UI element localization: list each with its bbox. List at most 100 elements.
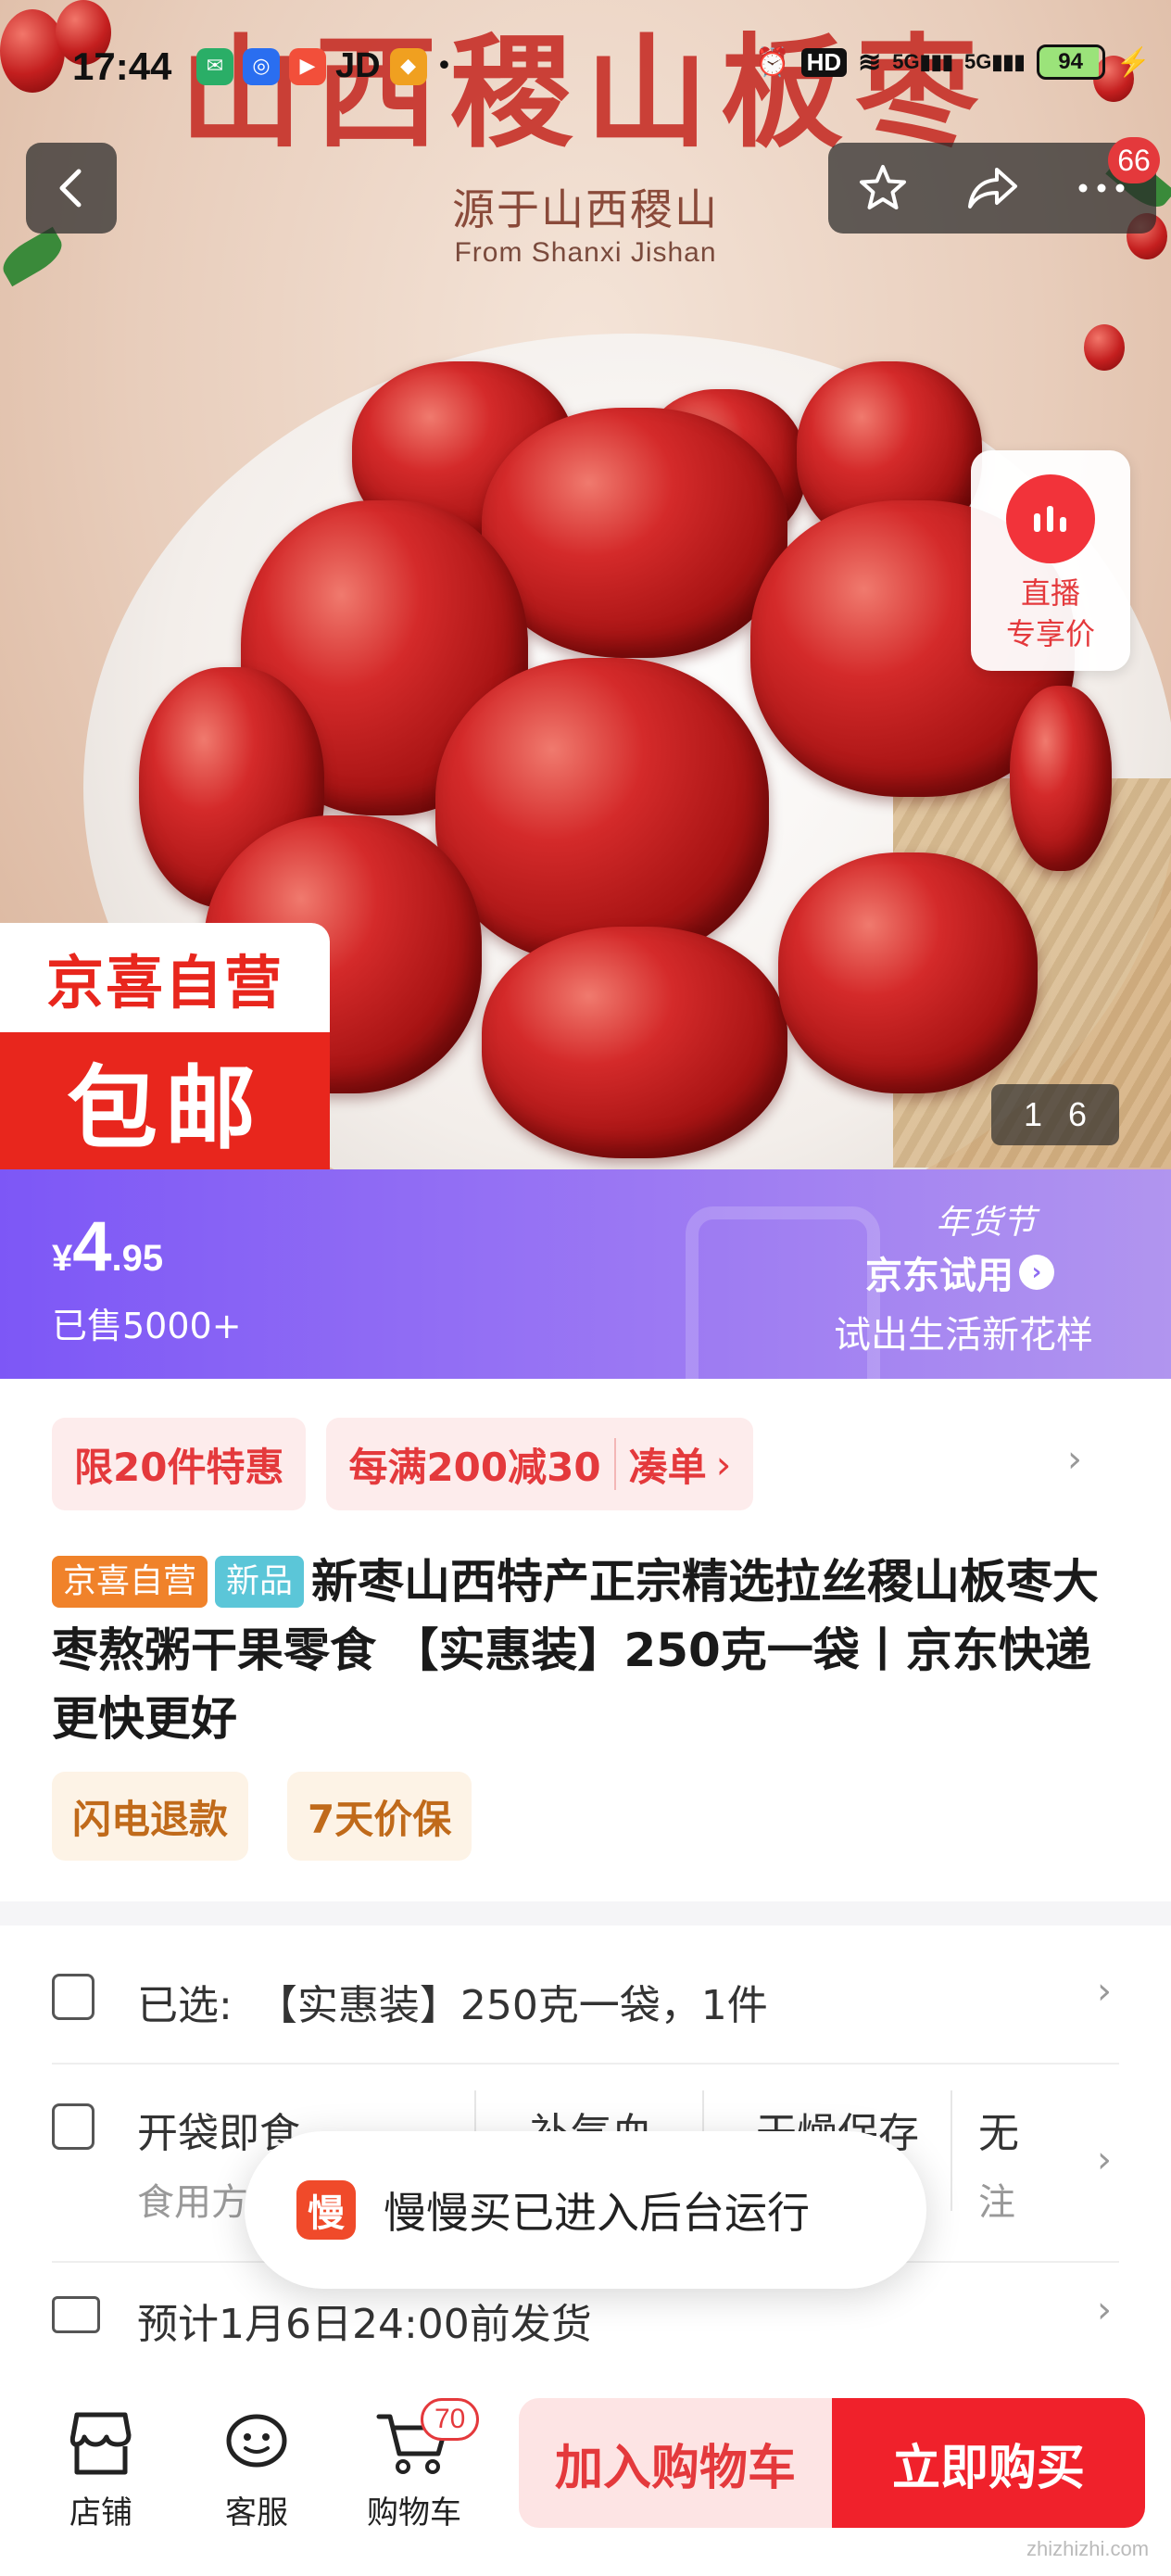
service-tag-refund[interactable]: 闪电退款 <box>52 1772 249 1861</box>
jujube-decoration <box>1084 324 1125 371</box>
image-counter: 1 6 <box>991 1084 1119 1145</box>
selected-label: 已选: <box>137 1982 233 2029</box>
image-index: 1 <box>1023 1095 1042 1133</box>
shipping-row[interactable]: 预计1月6日24:00前发货 › <box>52 2287 1119 2370</box>
charging-icon: ⚡ <box>1115 46 1151 78</box>
attr-sub: 食用方 <box>137 2181 248 2224</box>
battery-icon: 94 <box>1036 44 1105 80</box>
smiley-chat-icon <box>226 2414 287 2468</box>
jujube <box>482 408 787 658</box>
jujube <box>778 852 1038 1093</box>
document-icon <box>52 2103 94 2150</box>
chevron-left-icon <box>59 169 82 208</box>
share-icon <box>968 168 1017 208</box>
chevron-right-icon: › <box>1019 1255 1054 1290</box>
image-subtitle-en: From Shanxi Jishan <box>454 237 717 268</box>
attr-sub: 注 <box>978 2181 1015 2224</box>
discount-coupon[interactable]: 每满200减30 凑单 › <box>326 1418 754 1510</box>
background-running-toast: 慢 慢慢买已进入后台运行 <box>245 2131 926 2289</box>
chevron-right-icon: › <box>1097 1970 1112 2013</box>
product-page: 山西稷山板枣 源于山西稷山 From Shanxi Jishan 17:44 ✉… <box>0 0 1171 2576</box>
message-count-badge[interactable]: 66 <box>1108 137 1160 183</box>
jujube <box>435 658 769 964</box>
live-label: 直播 <box>1020 575 1080 611</box>
selected-spec-row[interactable]: 已选: 【实惠装】250克一袋，1件 › <box>52 1964 1119 2066</box>
image-total: 6 <box>1068 1095 1088 1133</box>
jd-trial-slogan: 试出生活新花样 <box>834 1314 1093 1357</box>
shipping-text: 预计1月6日24:00前发货 <box>137 2301 592 2348</box>
service-tag-price-protect[interactable]: 7天价保 <box>287 1772 472 1861</box>
truck-icon <box>52 2296 100 2333</box>
jd-trial-label: 京东试用 <box>865 1255 1014 1297</box>
attr-title: 无 <box>978 2110 1019 2157</box>
jujube <box>482 927 787 1158</box>
shop-label: 店铺 <box>69 2494 132 2532</box>
share-button[interactable] <box>938 143 1047 234</box>
live-stream-icon <box>1006 474 1095 563</box>
app-icon: ◆ <box>389 47 427 85</box>
jingxi-free-shipping-badge: 京喜自营 包邮 <box>0 923 330 1169</box>
product-title: 新枣山西特产正宗精选拉丝稷山板枣大枣熬粥干果零食 【实惠装】250克一袋丨京东快… <box>52 1555 1100 1746</box>
buy-now-button[interactable]: 立即购买 <box>832 2398 1145 2528</box>
dot-icon: • <box>435 50 453 82</box>
jingxi-tag: 京喜自营 <box>52 1556 208 1608</box>
star-icon <box>860 165 906 209</box>
jd-icon: JD <box>335 46 381 85</box>
wechat-icon: ✉ <box>196 47 233 85</box>
alarm-icon: ⏰ <box>755 46 790 78</box>
cart-count-badge: 70 <box>421 2398 480 2441</box>
customer-service-button[interactable]: 客服 <box>187 2407 326 2532</box>
chevron-right-icon: › <box>1097 2289 1112 2331</box>
combine-order-label: 凑单 <box>628 1444 707 1490</box>
status-time: 17:44 <box>72 44 172 88</box>
manmanmai-app-icon: 慢 <box>296 2180 356 2240</box>
divider <box>951 2090 952 2211</box>
chevron-right-icon: › <box>715 1441 732 1487</box>
price-integer: 4 <box>72 1207 112 1286</box>
price-banner: ¥4.95 已售5000+ 年货节 京东试用 › 试出生活新花样 <box>0 1169 1171 1379</box>
live-price-badge[interactable]: 直播 专享价 <box>971 450 1130 671</box>
selected-value: 【实惠装】250克一袋，1件 <box>256 1982 768 2029</box>
chevron-right-icon[interactable]: › <box>1067 1438 1082 1481</box>
favorite-button[interactable] <box>828 143 938 234</box>
limited-offer-label: 限20件特惠 <box>74 1444 284 1490</box>
jingxi-label: 京喜自营 <box>0 923 330 1032</box>
toast-text: 慢慢买已进入后台运行 <box>384 2188 810 2238</box>
browser-icon: ◎ <box>243 47 280 85</box>
wifi-icon: ≋ <box>858 46 882 78</box>
shop-nav-button[interactable]: 店铺 <box>31 2407 170 2532</box>
free-shipping-label: 包邮 <box>66 1056 263 1162</box>
limited-offer-tag[interactable]: 限20件特惠 <box>52 1418 307 1510</box>
cart-label: 购物车 <box>367 2494 461 2532</box>
price-currency: ¥ <box>52 1238 73 1279</box>
jd-trial-link[interactable]: 京东试用 › <box>865 1245 1054 1299</box>
product-image-carousel[interactable]: 山西稷山板枣 源于山西稷山 From Shanxi Jishan 17:44 ✉… <box>0 0 1171 1169</box>
section-divider <box>0 1901 1171 1926</box>
more-dots-icon <box>1078 183 1125 193</box>
watermark: zhizhizhi.com <box>1026 2537 1150 2560</box>
top-action-group <box>828 143 1156 234</box>
discount-label: 每满200减30 <box>348 1444 601 1490</box>
store-icon <box>69 2412 132 2475</box>
coupon-separator <box>613 1438 616 1490</box>
selected-spec-text: 已选: 【实惠装】250克一袋，1件 <box>137 1972 768 2031</box>
festival-label: 年货节 <box>936 1204 1037 1242</box>
divider <box>52 2063 1119 2065</box>
new-tag: 新品 <box>215 1556 305 1608</box>
price: ¥4.95 <box>52 1206 163 1287</box>
chevron-right-icon: › <box>1097 2139 1112 2181</box>
jujube <box>1010 686 1112 871</box>
status-system-icons: ⏰ HD ≋ 5G▮▮▮ 5G▮▮▮ 94 ⚡ <box>755 44 1151 80</box>
price-decimal: .95 <box>111 1238 164 1279</box>
status-bar: 17:44 ✉ ◎ ▶ JD ◆ • ⏰ HD ≋ 5G▮▮▮ 5G▮▮▮ 94… <box>0 37 1171 102</box>
add-to-cart-button[interactable]: 加入购物车 <box>519 2398 832 2528</box>
hd-icon: HD <box>800 47 848 77</box>
service-label: 客服 <box>225 2494 288 2532</box>
live-price-label: 专享价 <box>1005 616 1095 651</box>
signal-icon: 5G▮▮▮ <box>892 50 953 73</box>
promotion-row[interactable]: 限20件特惠 每满200减30 凑单 › <box>52 1418 754 1510</box>
product-title-block: 京喜自营 新品 新枣山西特产正宗精选拉丝稷山板枣大枣熬粥干果零食 【实惠装】250克… <box>52 1547 1127 1753</box>
video-icon: ▶ <box>289 47 326 85</box>
back-button[interactable] <box>26 143 117 234</box>
checklist-icon <box>52 1974 94 2020</box>
